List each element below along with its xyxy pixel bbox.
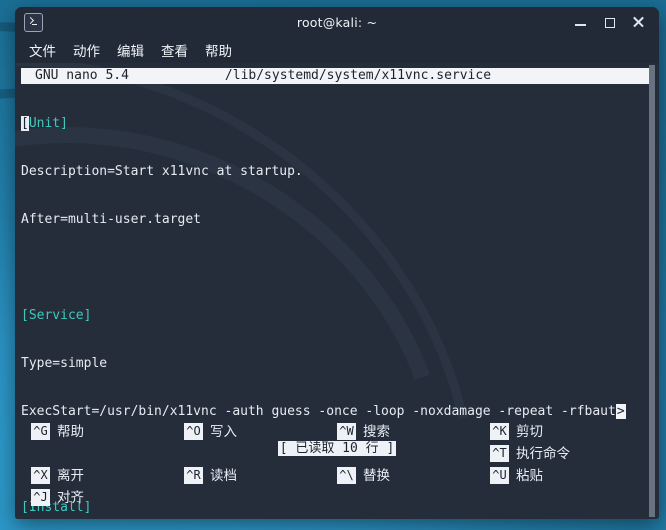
editor-line: After=multi-user.target (21, 212, 651, 228)
window-titlebar[interactable]: root@kali: ~ (15, 7, 659, 37)
shortcut-label: 粘贴 (516, 467, 543, 484)
shortcut-label: 帮助 (57, 423, 84, 440)
shortcut-help[interactable]: ^G 帮助 (31, 422, 184, 441)
nano-titlebar: GNU nano 5.4 /lib/systemd/system/x11vnc.… (21, 68, 649, 84)
vertical-scrollbar[interactable] (649, 65, 655, 517)
editor-line-text: Type=simple (21, 356, 108, 371)
shortcut-justify[interactable]: ^J 对齐 (31, 488, 184, 507)
shortcut-label: 写入 (210, 423, 237, 440)
menu-bar: 文件 动作 编辑 查看 帮助 (15, 37, 659, 63)
menu-item-view[interactable]: 查看 (161, 40, 188, 60)
editor-line-text: Description=Start x11vnc at startup. (21, 164, 303, 179)
shortcut-label: 搜索 (363, 423, 390, 440)
shortcut-key: ^\ (337, 467, 356, 484)
shortcut-key: ^T (490, 445, 509, 462)
shortcut-exit[interactable]: ^X 离开 (31, 466, 184, 485)
close-button[interactable] (632, 16, 645, 29)
shortcut-label: 对齐 (57, 489, 84, 506)
shortcut-key: ^R (184, 467, 203, 484)
editor-line-text: [Service] (21, 308, 92, 323)
shortcut-key: ^G (31, 423, 50, 440)
terminal-content[interactable]: GNU nano 5.4 /lib/systemd/system/x11vnc.… (15, 63, 659, 519)
shortcut-label: 读档 (210, 467, 237, 484)
editor-line-text: Unit] (28, 116, 68, 131)
menu-item-action[interactable]: 动作 (73, 40, 100, 60)
shortcut-read-file[interactable]: ^R 读档 (184, 466, 337, 485)
shortcut-key: ^U (490, 467, 509, 484)
shortcut-replace[interactable]: ^\ 替换 (337, 466, 490, 485)
shortcut-search[interactable]: ^W 搜索 (337, 422, 490, 441)
line-continuation-icon: > (615, 404, 626, 419)
window-title: root@kali: ~ (296, 14, 378, 30)
editor-line-text: After=multi-user.target (21, 212, 202, 227)
terminal-window: root@kali: ~ 文件 动作 编辑 查看 帮助 GNU nano 5.4… (15, 7, 659, 519)
shortcut-write-out[interactable]: ^O 写入 (184, 422, 337, 441)
menu-item-file[interactable]: 文件 (29, 40, 56, 60)
shortcut-label: 离开 (57, 467, 84, 484)
shortcut-key: ^J (31, 489, 50, 506)
shortcut-execute[interactable]: ^T 执行命令 (490, 444, 643, 463)
menu-item-help[interactable]: 帮助 (205, 40, 232, 60)
minimize-button[interactable] (574, 16, 587, 29)
nano-shortcut-bar: ^G 帮助 ^O 写入 ^W 搜索 ^K 剪切 ^T 执行命令 ^X 离开 ^R… (15, 422, 659, 507)
text-cursor: [ (21, 116, 29, 131)
editor-line: ExecStart=/usr/bin/x11vnc -auth guess -o… (21, 404, 651, 420)
editor-line-text: ExecStart=/usr/bin/x11vnc -auth guess -o… (21, 404, 616, 419)
menu-item-edit[interactable]: 编辑 (117, 40, 144, 60)
shortcut-key: ^W (337, 423, 356, 440)
editor-line: Type=simple (21, 356, 651, 372)
shortcut-cut[interactable]: ^K 剪切 (490, 422, 643, 441)
shortcut-key: ^X (31, 467, 50, 484)
shortcut-label: 执行命令 (516, 445, 570, 462)
nano-filename-label: /lib/systemd/system/x11vnc.service (224, 68, 492, 83)
scrollbar-thumb[interactable] (649, 65, 655, 517)
nano-version-label: GNU nano 5.4 (35, 68, 129, 83)
shortcut-label: 替换 (363, 467, 390, 484)
window-controls (574, 16, 659, 29)
shortcut-key: ^O (184, 423, 203, 440)
maximize-button[interactable] (603, 16, 616, 29)
nano-editor[interactable]: GNU nano 5.4 /lib/systemd/system/x11vnc.… (15, 63, 659, 519)
editor-line: [Unit] (21, 116, 651, 132)
terminal-icon (24, 12, 43, 32)
shortcut-paste[interactable]: ^U 粘贴 (490, 466, 643, 485)
shortcut-key: ^K (490, 423, 509, 440)
shortcut-label: 剪切 (516, 423, 543, 440)
editor-line: [Service] (21, 308, 651, 324)
editor-line: Description=Start x11vnc at startup. (21, 164, 651, 180)
